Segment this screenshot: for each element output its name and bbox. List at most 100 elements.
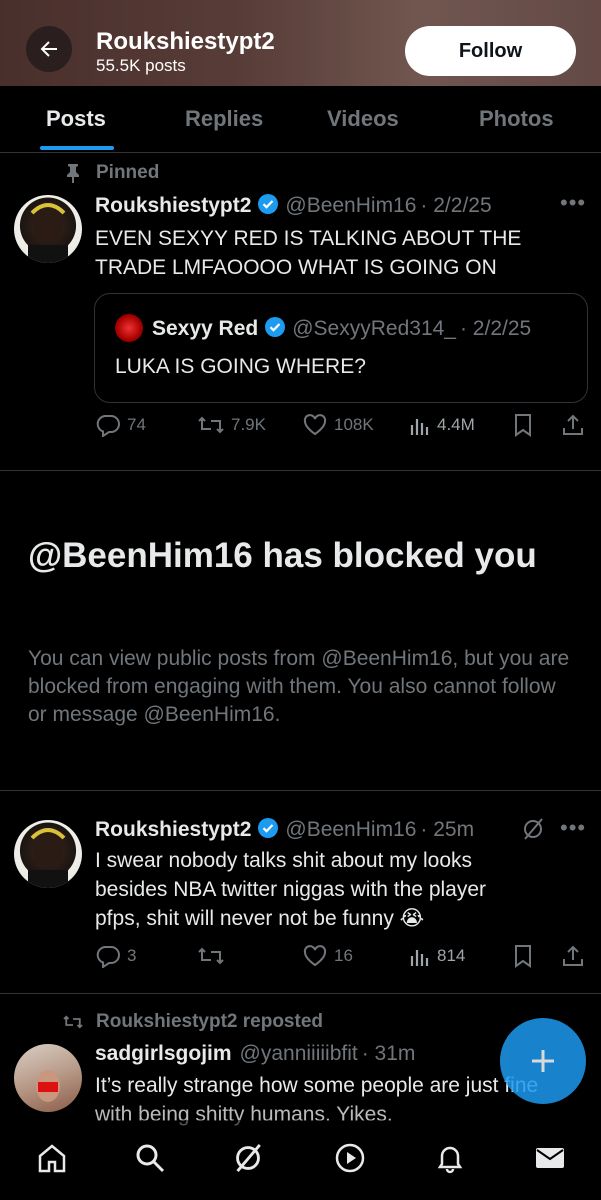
share-button[interactable] <box>561 413 585 437</box>
quoted-post[interactable]: Sexyy Red @SexyyRed314_ · 2/2/25 LUKA IS G… <box>94 293 588 403</box>
repost-icon <box>63 1015 83 1029</box>
post-text-line-2: besides NBA twitter niggas with the play… <box>95 878 487 901</box>
more-options-icon[interactable]: ••• <box>560 815 586 841</box>
view-count: 814 <box>437 946 466 965</box>
like-count: 16 <box>334 946 353 965</box>
quoted-text: LUKA IS GOING WHERE? <box>115 355 366 378</box>
pin-icon <box>67 164 79 183</box>
like-button[interactable]: 108K <box>302 413 374 437</box>
quoted-avatar <box>115 314 143 342</box>
header-profile-name: Roukshiestypt2 <box>96 28 275 55</box>
quoted-author-handle: @SexyyRed314_ <box>292 317 456 340</box>
post-date: · 2/2/25 <box>420 194 492 217</box>
like-button[interactable]: 16 <box>302 944 353 968</box>
post-actions: 74 7.9K 108K 4.4M <box>95 413 590 443</box>
post-date: · 31m <box>361 1042 416 1065</box>
avatar-figure-graphic <box>36 1070 60 1102</box>
post-header: Roukshiestypt2 @BeenHim16 · 2/2/25 <box>95 193 492 220</box>
repost-count: 7.9K <box>231 415 266 434</box>
share-button[interactable] <box>561 944 585 968</box>
views-button[interactable]: 4.4M <box>409 413 475 437</box>
post-date: · 25m <box>420 818 475 841</box>
divider <box>0 993 601 994</box>
avatar[interactable] <box>14 195 82 263</box>
like-count: 108K <box>334 415 374 434</box>
notifications-bell-icon[interactable] <box>430 1138 470 1178</box>
compose-button[interactable] <box>500 1018 586 1104</box>
arrow-left-icon <box>40 41 57 57</box>
share-icon <box>563 414 583 435</box>
active-tab-indicator <box>40 146 114 150</box>
messages-mail-icon[interactable] <box>530 1138 570 1178</box>
author-handle[interactable]: @yanniiiiibfit <box>240 1042 358 1065</box>
search-icon[interactable] <box>130 1138 170 1178</box>
bottom-navigation <box>0 1120 601 1200</box>
pinned-label-row: Pinned <box>64 162 159 184</box>
post-text-line-3: pfps, shit will never not be funny 😭 <box>95 907 425 930</box>
views-icon <box>410 950 429 966</box>
blocked-message: You can view public posts from @BeenHim1… <box>28 647 570 726</box>
reply-count: 74 <box>127 415 146 434</box>
more-options-icon[interactable]: ••• <box>560 190 586 216</box>
post-actions: 3 16 814 <box>95 944 590 974</box>
heart-icon <box>303 414 327 436</box>
post-text-line-1: I swear nobody talks shit about my looks <box>95 849 473 872</box>
repost-button[interactable] <box>197 944 231 968</box>
repost-context: Roukshiestypt2 reposted <box>62 1011 323 1033</box>
verified-badge-icon <box>257 193 279 220</box>
bookmark-button[interactable] <box>513 944 533 968</box>
blocked-title: @BeenHim16 has blocked you <box>28 536 537 575</box>
quoted-header: Sexyy Red @SexyyRed314_ · 2/2/25 <box>152 316 531 343</box>
bookmark-button[interactable] <box>513 413 533 437</box>
repost-icon <box>198 416 224 434</box>
quoted-post-date: · 2/2/25 <box>459 317 532 340</box>
author-name[interactable]: sadgirlsgojim <box>95 1042 232 1065</box>
header-post-count: 55.5K posts <box>96 56 186 75</box>
repost-icon <box>198 947 224 965</box>
reply-button[interactable]: 74 <box>95 413 146 437</box>
tab-posts[interactable]: Posts <box>46 106 106 132</box>
post-header: Roukshiestypt2 @BeenHim16 · 25m <box>95 817 474 844</box>
profile-header-banner: Roukshiestypt2 55.5K posts Follow <box>0 0 601 86</box>
author-handle[interactable]: @BeenHim16 <box>285 194 416 217</box>
repost-label: Roukshiestypt2 reposted <box>96 1011 323 1032</box>
profile-tabs: Posts Replies Videos Photos <box>0 86 601 153</box>
heart-icon <box>303 945 327 967</box>
avatar-face-graphic <box>28 203 68 263</box>
view-count: 4.4M <box>437 415 475 434</box>
views-icon <box>410 419 429 435</box>
tab-videos[interactable]: Videos <box>327 106 399 132</box>
reply-icon <box>96 946 120 968</box>
quoted-author-name: Sexyy Red <box>152 317 259 340</box>
plus-icon <box>532 1050 554 1072</box>
bookmark-icon <box>515 414 531 437</box>
views-button[interactable]: 814 <box>409 944 465 968</box>
author-name[interactable]: Roukshiestypt2 <box>95 818 251 841</box>
tab-replies[interactable]: Replies <box>185 106 263 132</box>
reply-icon <box>96 415 120 437</box>
repost-button[interactable]: 7.9K <box>197 413 266 437</box>
grok-icon[interactable] <box>228 1138 268 1178</box>
back-button[interactable] <box>26 26 72 72</box>
verified-badge-icon <box>264 316 286 343</box>
divider <box>0 790 601 791</box>
author-handle[interactable]: @BeenHim16 <box>285 818 416 841</box>
post-text-line-1: It’s really strange how some people are … <box>95 1074 539 1097</box>
reply-count: 3 <box>127 946 137 965</box>
follow-button[interactable]: Follow <box>405 26 576 76</box>
reply-button[interactable]: 3 <box>95 944 136 968</box>
share-icon <box>563 945 583 966</box>
post-text-line-2: TRADE LMFAOOOO WHAT IS GOING ON <box>95 256 497 279</box>
verified-badge-icon <box>257 817 279 844</box>
home-icon[interactable] <box>32 1138 72 1178</box>
grok-icon[interactable] <box>521 816 545 847</box>
author-name[interactable]: Roukshiestypt2 <box>95 194 251 217</box>
avatar[interactable] <box>14 1044 82 1112</box>
divider <box>0 470 601 471</box>
video-play-icon[interactable] <box>330 1138 370 1178</box>
pinned-label: Pinned <box>96 162 160 183</box>
avatar[interactable] <box>14 820 82 888</box>
tab-photos[interactable]: Photos <box>479 106 554 132</box>
post-header: sadgirlsgojim @yanniiiiibfit · 31m <box>95 1042 415 1066</box>
avatar-face-graphic <box>28 828 68 888</box>
